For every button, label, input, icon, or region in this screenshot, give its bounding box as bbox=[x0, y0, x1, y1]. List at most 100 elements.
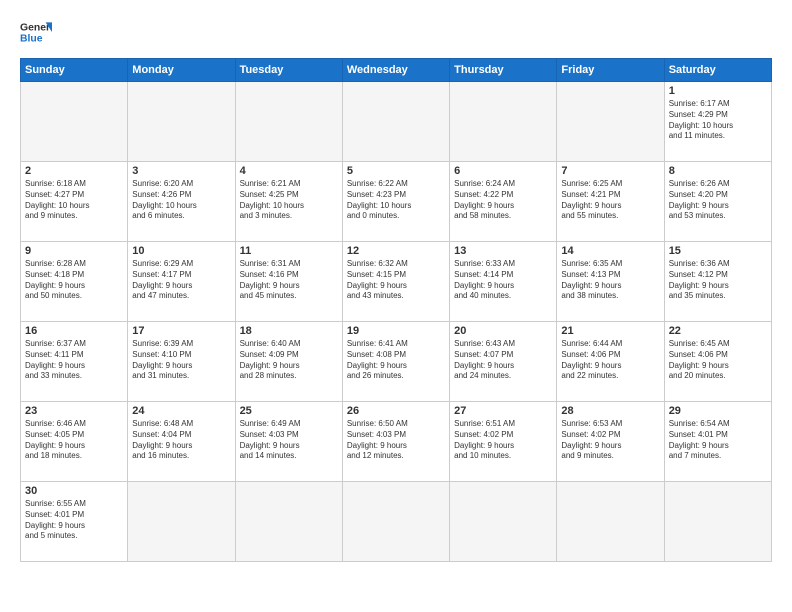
weekday-header-tuesday: Tuesday bbox=[235, 59, 342, 82]
day-cell: 5Sunrise: 6:22 AM Sunset: 4:23 PM Daylig… bbox=[342, 162, 449, 242]
day-number: 15 bbox=[669, 245, 767, 257]
day-cell bbox=[557, 82, 664, 162]
day-cell: 2 Sunrise: 6:18 AM Sunset: 4:27 PM Daylig… bbox=[21, 162, 128, 242]
header: General Blue bbox=[20, 16, 772, 48]
day-number: 16 bbox=[25, 325, 123, 337]
day-cell bbox=[664, 482, 771, 562]
day-cell bbox=[235, 482, 342, 562]
day-cell bbox=[342, 482, 449, 562]
day-cell bbox=[450, 82, 557, 162]
day-info: Sunrise: 6:24 AM Sunset: 4:22 PM Dayligh… bbox=[454, 179, 552, 222]
day-cell bbox=[128, 82, 235, 162]
generalblue-logo-icon: General Blue bbox=[20, 16, 52, 48]
weekday-header-monday: Monday bbox=[128, 59, 235, 82]
day-cell bbox=[342, 82, 449, 162]
day-number: 22 bbox=[669, 325, 767, 337]
day-info: Sunrise: 6:18 AM Sunset: 4:27 PM Dayligh… bbox=[25, 179, 123, 222]
day-cell bbox=[21, 82, 128, 162]
weekday-header-row: SundayMondayTuesdayWednesdayThursdayFrid… bbox=[21, 59, 772, 82]
weekday-header-thursday: Thursday bbox=[450, 59, 557, 82]
day-cell: 25 Sunrise: 6:49 AM Sunset: 4:03 PM Dayli… bbox=[235, 402, 342, 482]
page: General Blue SundayMondayTuesdayWednesda… bbox=[0, 0, 792, 612]
day-cell: 15 Sunrise: 6:36 AM Sunset: 4:12 PM Dayli… bbox=[664, 242, 771, 322]
day-number: 2 bbox=[25, 165, 123, 177]
day-number: 6 bbox=[454, 165, 552, 177]
weekday-header-sunday: Sunday bbox=[21, 59, 128, 82]
day-info: Sunrise: 6:40 AM Sunset: 4:09 PM Dayligh… bbox=[240, 339, 338, 382]
day-info: Sunrise: 6:32 AM Sunset: 4:15 PM Dayligh… bbox=[347, 259, 445, 302]
day-info: Sunrise: 6:55 AM Sunset: 4:01 PM Dayligh… bbox=[25, 499, 123, 542]
day-info: Sunrise: 6:29 AM Sunset: 4:17 PM Dayligh… bbox=[132, 259, 230, 302]
day-number: 30 bbox=[25, 485, 123, 497]
day-cell bbox=[557, 482, 664, 562]
day-number: 18 bbox=[240, 325, 338, 337]
week-row-6: 30 Sunrise: 6:55 AM Sunset: 4:01 PM Dayli… bbox=[21, 482, 772, 562]
day-cell bbox=[128, 482, 235, 562]
day-cell: 3 Sunrise: 6:20 AM Sunset: 4:26 PM Daylig… bbox=[128, 162, 235, 242]
day-number: 8 bbox=[669, 165, 767, 177]
logo: General Blue bbox=[20, 16, 52, 48]
day-number: 13 bbox=[454, 245, 552, 257]
day-info: Sunrise: 6:22 AM Sunset: 4:23 PM Dayligh… bbox=[347, 179, 445, 222]
day-number: 24 bbox=[132, 405, 230, 417]
week-row-2: 2 Sunrise: 6:18 AM Sunset: 4:27 PM Daylig… bbox=[21, 162, 772, 242]
day-info: Sunrise: 6:50 AM Sunset: 4:03 PM Dayligh… bbox=[347, 419, 445, 462]
day-info: Sunrise: 6:53 AM Sunset: 4:02 PM Dayligh… bbox=[561, 419, 659, 462]
day-cell: 29Sunrise: 6:54 AM Sunset: 4:01 PM Dayli… bbox=[664, 402, 771, 482]
day-number: 25 bbox=[240, 405, 338, 417]
week-row-3: 9Sunrise: 6:28 AM Sunset: 4:18 PM Daylig… bbox=[21, 242, 772, 322]
day-number: 23 bbox=[25, 405, 123, 417]
calendar-table: SundayMondayTuesdayWednesdayThursdayFrid… bbox=[20, 58, 772, 562]
day-cell: 10 Sunrise: 6:29 AM Sunset: 4:17 PM Dayli… bbox=[128, 242, 235, 322]
day-number: 26 bbox=[347, 405, 445, 417]
day-cell: 19Sunrise: 6:41 AM Sunset: 4:08 PM Dayli… bbox=[342, 322, 449, 402]
day-number: 28 bbox=[561, 405, 659, 417]
day-cell: 13 Sunrise: 6:33 AM Sunset: 4:14 PM Dayli… bbox=[450, 242, 557, 322]
day-cell: 20 Sunrise: 6:43 AM Sunset: 4:07 PM Dayli… bbox=[450, 322, 557, 402]
day-info: Sunrise: 6:21 AM Sunset: 4:25 PM Dayligh… bbox=[240, 179, 338, 222]
day-number: 4 bbox=[240, 165, 338, 177]
day-number: 9 bbox=[25, 245, 123, 257]
day-number: 14 bbox=[561, 245, 659, 257]
day-number: 11 bbox=[240, 245, 338, 257]
day-number: 1 bbox=[669, 85, 767, 97]
day-number: 21 bbox=[561, 325, 659, 337]
day-number: 3 bbox=[132, 165, 230, 177]
day-cell: 24Sunrise: 6:48 AM Sunset: 4:04 PM Dayli… bbox=[128, 402, 235, 482]
svg-text:Blue: Blue bbox=[20, 34, 43, 45]
day-cell: 12Sunrise: 6:32 AM Sunset: 4:15 PM Dayli… bbox=[342, 242, 449, 322]
day-info: Sunrise: 6:26 AM Sunset: 4:20 PM Dayligh… bbox=[669, 179, 767, 222]
day-number: 27 bbox=[454, 405, 552, 417]
day-number: 20 bbox=[454, 325, 552, 337]
weekday-header-friday: Friday bbox=[557, 59, 664, 82]
week-row-1: 1Sunrise: 6:17 AM Sunset: 4:29 PM Daylig… bbox=[21, 82, 772, 162]
week-row-4: 16 Sunrise: 6:37 AM Sunset: 4:11 PM Dayli… bbox=[21, 322, 772, 402]
day-info: Sunrise: 6:33 AM Sunset: 4:14 PM Dayligh… bbox=[454, 259, 552, 302]
day-cell bbox=[235, 82, 342, 162]
day-cell: 18 Sunrise: 6:40 AM Sunset: 4:09 PM Dayli… bbox=[235, 322, 342, 402]
day-info: Sunrise: 6:49 AM Sunset: 4:03 PM Dayligh… bbox=[240, 419, 338, 462]
weekday-header-wednesday: Wednesday bbox=[342, 59, 449, 82]
day-number: 10 bbox=[132, 245, 230, 257]
day-info: Sunrise: 6:20 AM Sunset: 4:26 PM Dayligh… bbox=[132, 179, 230, 222]
weekday-header-saturday: Saturday bbox=[664, 59, 771, 82]
day-info: Sunrise: 6:39 AM Sunset: 4:10 PM Dayligh… bbox=[132, 339, 230, 382]
day-info: Sunrise: 6:43 AM Sunset: 4:07 PM Dayligh… bbox=[454, 339, 552, 382]
day-cell: 23Sunrise: 6:46 AM Sunset: 4:05 PM Dayli… bbox=[21, 402, 128, 482]
day-info: Sunrise: 6:25 AM Sunset: 4:21 PM Dayligh… bbox=[561, 179, 659, 222]
day-info: Sunrise: 6:51 AM Sunset: 4:02 PM Dayligh… bbox=[454, 419, 552, 462]
day-info: Sunrise: 6:37 AM Sunset: 4:11 PM Dayligh… bbox=[25, 339, 123, 382]
day-cell: 1Sunrise: 6:17 AM Sunset: 4:29 PM Daylig… bbox=[664, 82, 771, 162]
day-cell: 30 Sunrise: 6:55 AM Sunset: 4:01 PM Dayli… bbox=[21, 482, 128, 562]
day-cell: 27 Sunrise: 6:51 AM Sunset: 4:02 PM Dayli… bbox=[450, 402, 557, 482]
day-cell: 21Sunrise: 6:44 AM Sunset: 4:06 PM Dayli… bbox=[557, 322, 664, 402]
day-cell: 11Sunrise: 6:31 AM Sunset: 4:16 PM Dayli… bbox=[235, 242, 342, 322]
day-number: 7 bbox=[561, 165, 659, 177]
day-cell: 6 Sunrise: 6:24 AM Sunset: 4:22 PM Daylig… bbox=[450, 162, 557, 242]
day-info: Sunrise: 6:45 AM Sunset: 4:06 PM Dayligh… bbox=[669, 339, 767, 382]
day-info: Sunrise: 6:36 AM Sunset: 4:12 PM Dayligh… bbox=[669, 259, 767, 302]
day-cell: 28 Sunrise: 6:53 AM Sunset: 4:02 PM Dayli… bbox=[557, 402, 664, 482]
day-number: 17 bbox=[132, 325, 230, 337]
day-cell bbox=[450, 482, 557, 562]
day-info: Sunrise: 6:41 AM Sunset: 4:08 PM Dayligh… bbox=[347, 339, 445, 382]
